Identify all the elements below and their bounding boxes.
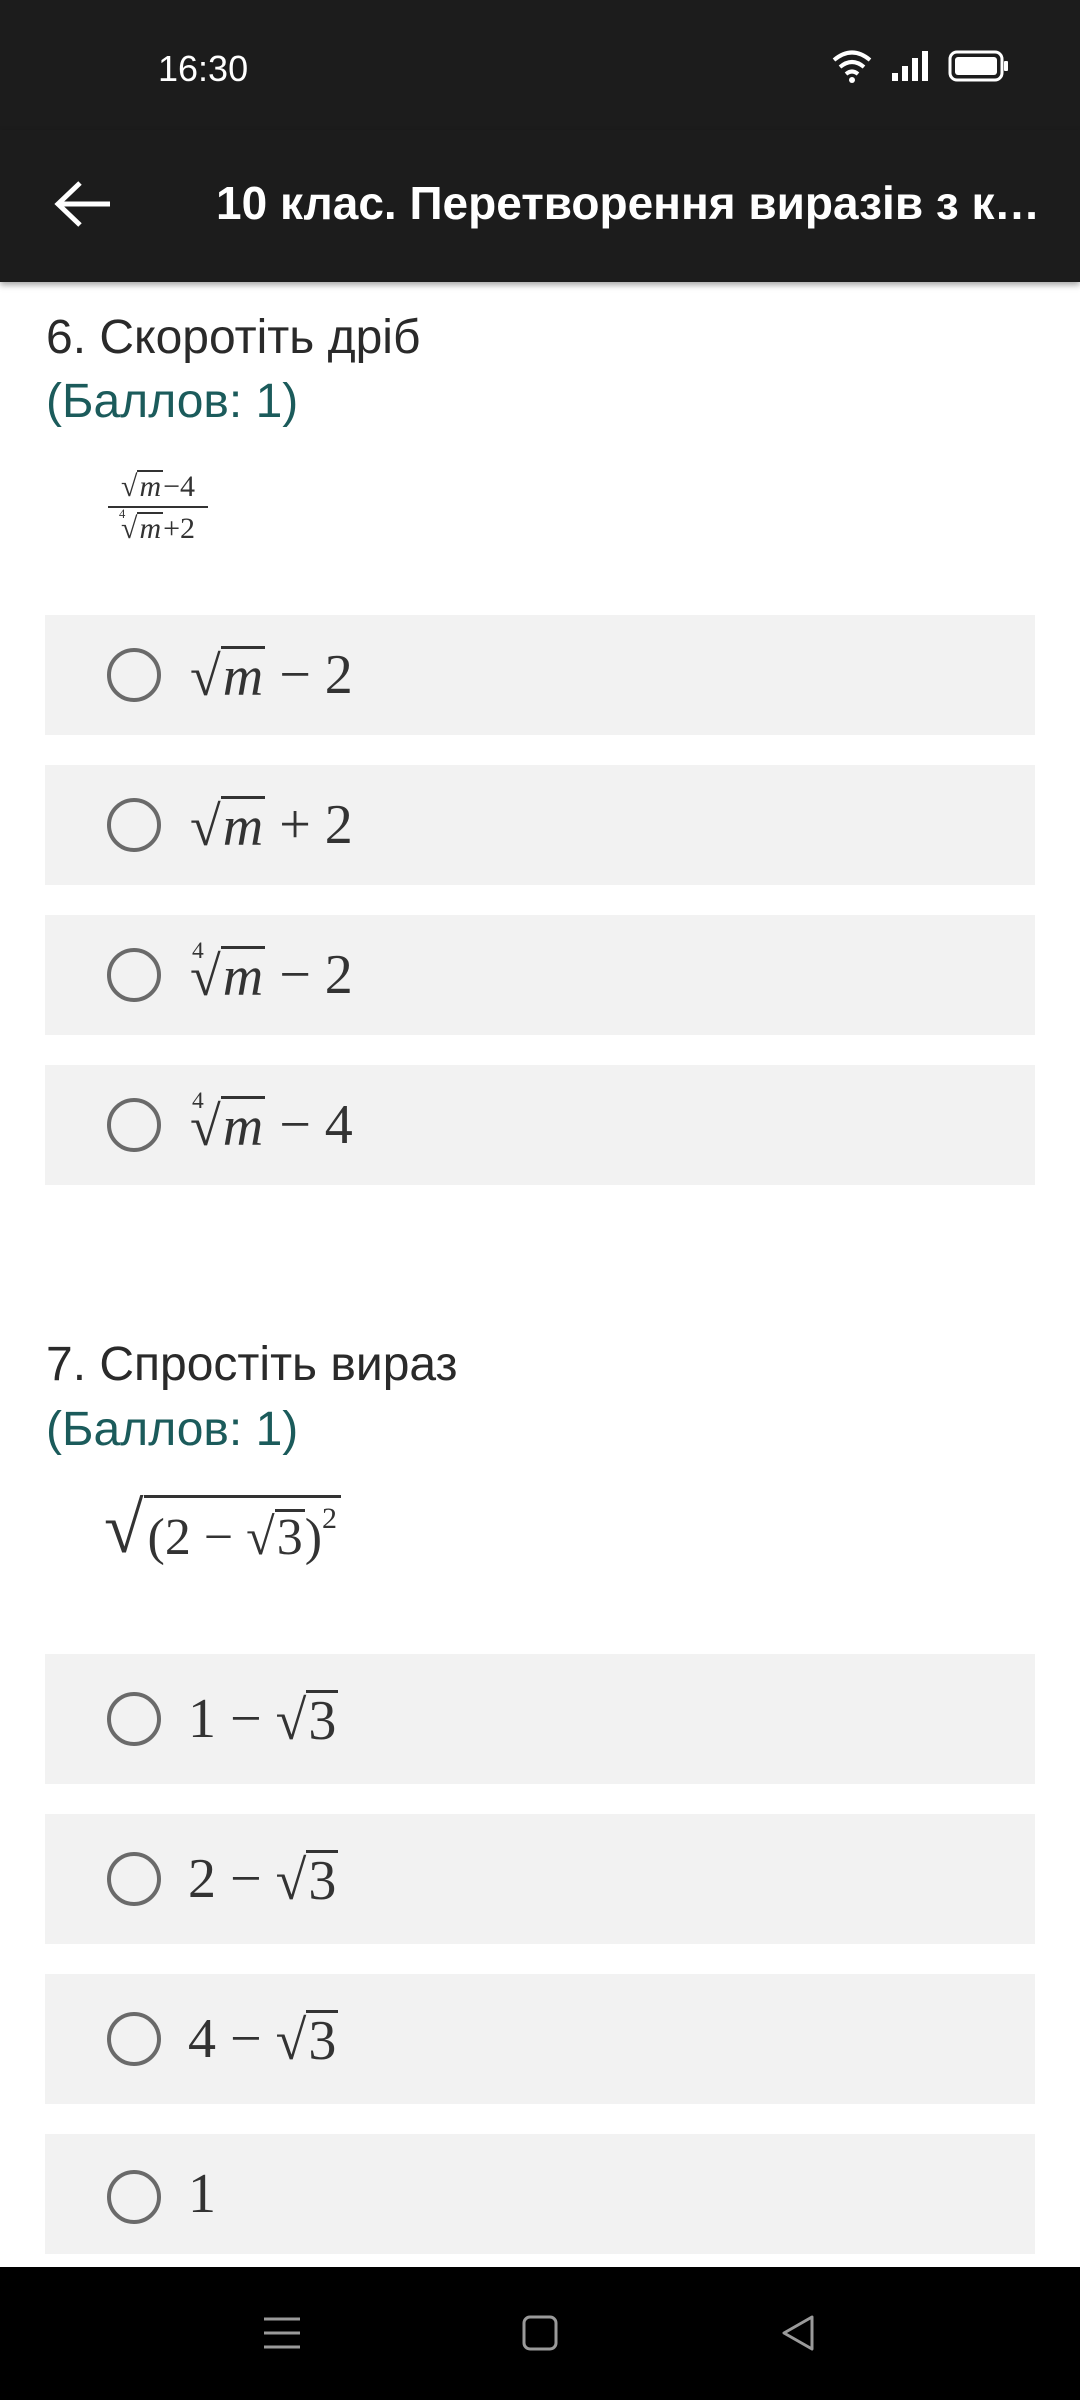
q6-num-radicand: m: [137, 470, 164, 503]
option-prefix: 1: [188, 2163, 216, 2225]
wifi-icon: [832, 49, 872, 88]
option-rest: − 2: [265, 644, 353, 706]
option-text: 1: [188, 2134, 216, 2254]
nav-home-button[interactable]: [510, 2305, 570, 2365]
radio-button[interactable]: [107, 2012, 161, 2066]
radio-button[interactable]: [107, 1692, 161, 1746]
arrow-left-icon: [54, 179, 114, 234]
q7-inner-right: ): [304, 1509, 323, 1566]
question-6-formula: √ m −4 4 √ m +2: [108, 470, 208, 544]
option-radicand: m: [220, 645, 266, 708]
option-prefix: 4 −: [188, 2008, 276, 2070]
option-radicand: 3: [306, 1689, 339, 1752]
q7-exponent: 2: [322, 1502, 338, 1535]
option-text: √ m + 2: [190, 794, 353, 858]
q6-num-rest: −4: [163, 470, 196, 503]
option-text: 2 − √ 3: [188, 1848, 339, 1912]
question-7-points: (Баллов: 1): [46, 1403, 299, 1456]
radio-button[interactable]: [107, 948, 161, 1002]
home-icon: [520, 2313, 560, 2358]
question-7-option-2[interactable]: 2 − √ 3: [45, 1814, 1035, 1944]
option-rest: + 2: [265, 794, 353, 856]
option-text: 4 − √ 3: [188, 2008, 339, 2072]
nav-menu-button[interactable]: [252, 2305, 312, 2365]
radio-button[interactable]: [107, 648, 161, 702]
question-7-option-4[interactable]: 1: [45, 2134, 1035, 2254]
option-text: √ m − 2: [190, 644, 353, 708]
radio-button[interactable]: [107, 798, 161, 852]
question-6-option-3[interactable]: 4 √ m − 2: [45, 915, 1035, 1035]
option-text: 4 √ m − 2: [190, 937, 353, 1008]
status-bar: 16:30: [0, 0, 1080, 130]
q7-inner-left: (2 −: [147, 1509, 247, 1566]
status-time: 16:30: [158, 48, 249, 89]
option-radicand: m: [220, 1095, 266, 1158]
question-6-title: 6. Скоротіть дріб: [46, 311, 421, 364]
question-7-option-3[interactable]: 4 − √ 3: [45, 1974, 1035, 2104]
option-text: 4 √ m − 4: [190, 1087, 353, 1158]
battery-icon: [948, 49, 1010, 88]
option-radicand: 3: [306, 1849, 339, 1912]
option-radicand: 3: [306, 2009, 339, 2072]
option-rest: − 2: [265, 944, 353, 1006]
radio-button[interactable]: [107, 1098, 161, 1152]
status-icons: [832, 48, 1010, 88]
question-7-option-1[interactable]: 1 − √ 3: [45, 1654, 1035, 1784]
option-rest: − 4: [265, 1094, 353, 1156]
option-root-index: 4: [192, 937, 204, 964]
radio-button[interactable]: [107, 1852, 161, 1906]
navigation-bar: [0, 2267, 1080, 2400]
q7-inner-radicand: 3: [274, 1509, 305, 1566]
back-button[interactable]: [46, 168, 122, 244]
question-6-points: (Баллов: 1): [46, 375, 299, 428]
q6-den-rest: +2: [163, 512, 196, 545]
option-text: 1 − √ 3: [188, 1688, 339, 1752]
question-7-title: 7. Спростіть вираз: [46, 1338, 458, 1391]
question-6-option-2[interactable]: √ m + 2: [45, 765, 1035, 885]
back-triangle-icon: [778, 2313, 818, 2358]
nav-back-button[interactable]: [768, 2305, 828, 2365]
quiz-content[interactable]: 6. Скоротіть дріб (Баллов: 1) √ m −4 4 √ m +2…: [0, 282, 1080, 2267]
question-6-option-4[interactable]: 4 √ m − 4: [45, 1065, 1035, 1185]
q6-den-radicand: m: [137, 512, 164, 545]
option-radicand: m: [220, 795, 266, 858]
option-radicand: m: [220, 945, 266, 1008]
radio-button[interactable]: [107, 2170, 161, 2224]
question-6-option-1[interactable]: √ m − 2: [45, 615, 1035, 735]
page-title: 10 клас. Перетворення виразів з ко…: [216, 177, 1056, 229]
app-bar: 10 клас. Перетворення виразів з ко…: [0, 130, 1080, 282]
option-prefix: 1 −: [188, 1688, 276, 1750]
signal-icon: [890, 49, 930, 88]
menu-icon: [262, 2315, 302, 2356]
q6-den-index: 4: [118, 507, 126, 521]
option-prefix: 2 −: [188, 1848, 276, 1910]
question-7-formula: √ (2 − √ 3)2: [104, 1492, 342, 1566]
option-root-index: 4: [192, 1087, 204, 1114]
